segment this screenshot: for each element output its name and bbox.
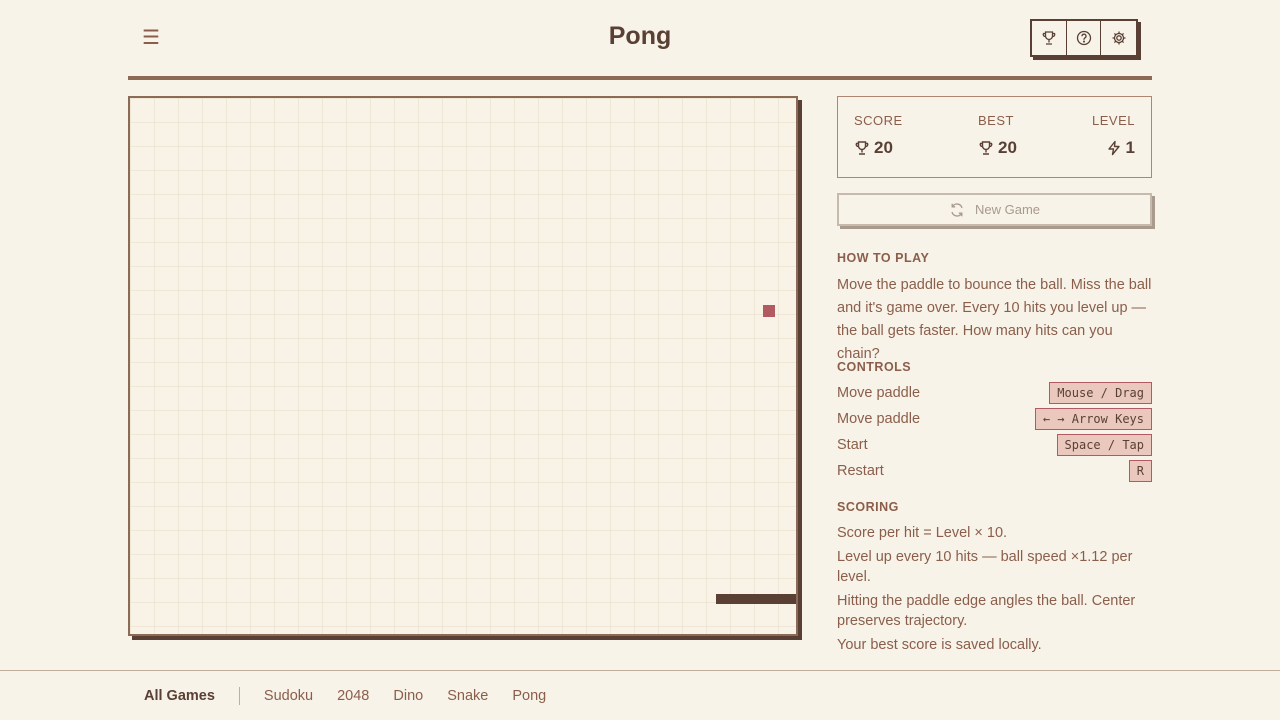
help-icon[interactable]: [1067, 21, 1102, 55]
footer: All Games Sudoku 2048 Dino Snake Pong: [0, 670, 1280, 720]
level-value: 1: [1125, 138, 1135, 157]
footer-link-snake[interactable]: Snake: [447, 688, 488, 704]
footer-link-2048[interactable]: 2048: [337, 688, 369, 704]
control-row: Move paddle ← → Arrow Keys: [837, 408, 1152, 430]
header-icon-group: [1030, 19, 1138, 57]
game-board[interactable]: [128, 96, 798, 636]
scoring-heading: SCORING: [837, 500, 899, 514]
control-action: Move paddle: [837, 411, 921, 427]
footer-link-pong[interactable]: Pong: [512, 688, 546, 704]
control-row: Restart R: [837, 460, 1152, 482]
how-to-play-heading: HOW TO PLAY: [837, 251, 930, 265]
new-game-button[interactable]: New Game: [837, 193, 1152, 226]
lightning-icon: [1107, 140, 1120, 156]
trophy-icon: [979, 141, 993, 155]
gear-icon[interactable]: [1101, 21, 1136, 55]
score-stat: SCORE 20: [854, 113, 903, 158]
ball: [763, 305, 775, 317]
page-title: Pong: [608, 22, 672, 50]
scoring-line: Your best score is saved locally.: [837, 637, 1042, 653]
control-action: Move paddle: [837, 385, 921, 401]
scoring-line: Score per hit = Level × 10.: [837, 525, 1008, 541]
best-stat: BEST 20: [978, 113, 1017, 158]
level-label: LEVEL: [1092, 113, 1135, 128]
control-action: Restart: [837, 463, 884, 479]
trophy-icon[interactable]: [1032, 21, 1067, 55]
stats-panel: SCORE 20 BEST 20 LEVEL 1: [837, 96, 1152, 178]
trophy-icon: [855, 141, 869, 155]
control-key: Mouse / Drag: [1049, 382, 1152, 404]
new-game-label: New Game: [974, 202, 1041, 217]
footer-all-games-link[interactable]: All Games: [144, 688, 215, 704]
controls-heading: CONTROLS: [837, 360, 912, 374]
how-to-play-text: Move the paddle to bounce the ball. Miss…: [837, 277, 1152, 362]
header: ☰ Pong: [128, 0, 1152, 80]
control-key: ← → Arrow Keys: [1034, 408, 1152, 430]
score-label: SCORE: [854, 113, 903, 128]
control-row: Move paddle Mouse / Drag: [837, 382, 1152, 404]
control-action: Start: [837, 437, 868, 453]
control-row: Start Space / Tap: [837, 434, 1152, 456]
control-key: R: [1128, 460, 1152, 482]
score-value: 20: [874, 138, 893, 157]
control-key: Space / Tap: [1056, 434, 1152, 456]
level-stat: LEVEL 1: [1092, 113, 1135, 158]
best-label: BEST: [978, 113, 1014, 128]
refresh-icon: [951, 202, 963, 217]
best-value: 20: [998, 138, 1017, 157]
scoring-line: Level up every 10 hits — ball speed ×1.1…: [837, 549, 1133, 585]
footer-link-sudoku[interactable]: Sudoku: [264, 688, 313, 704]
footer-link-dino[interactable]: Dino: [393, 688, 423, 704]
paddle[interactable]: [716, 594, 796, 604]
footer-divider: [238, 687, 240, 705]
scoring-line: Hitting the paddle edge angles the ball.…: [837, 593, 1136, 629]
